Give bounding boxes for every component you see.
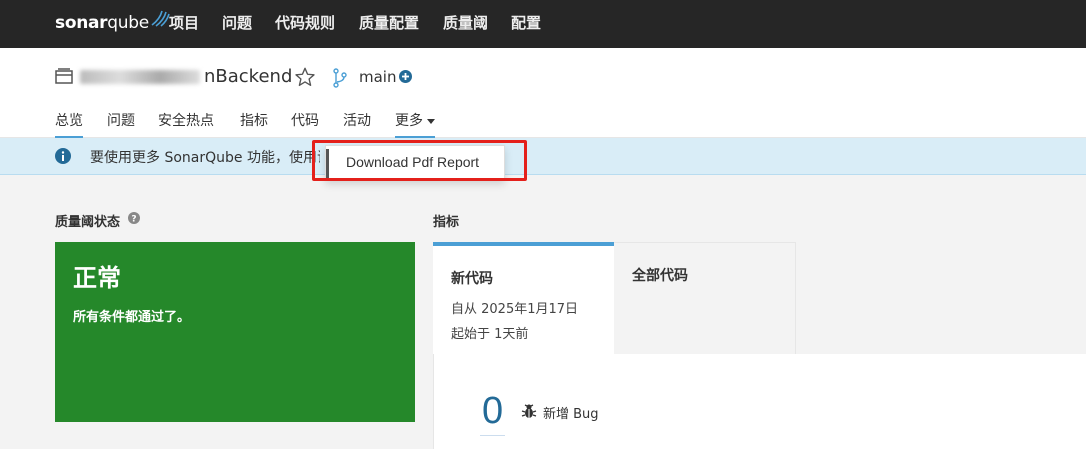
quality-gate-status-box: 正常 所有条件都通过了。 xyxy=(55,242,415,422)
tab-overall-code[interactable]: 全部代码 xyxy=(614,242,796,354)
favorite-star-icon[interactable] xyxy=(294,66,316,88)
sonarqube-logo[interactable]: sonar qube xyxy=(55,10,170,36)
tab-measures[interactable]: 指标 xyxy=(240,110,268,136)
new-bugs-label: 新增 Bug xyxy=(543,407,599,422)
quality-gate-status: 正常 xyxy=(73,264,121,292)
dropdown-selection-marker xyxy=(326,149,329,178)
tab-issues[interactable]: 问题 xyxy=(107,110,135,136)
tab-more[interactable]: 更多 xyxy=(395,110,435,139)
tab-overview[interactable]: 总览 xyxy=(55,110,83,139)
tab-activity[interactable]: 活动 xyxy=(343,110,371,136)
measures-panel: 新代码 自从 2025年1月17日 起始于 1天前 全部代码 0 新增 Bug xyxy=(433,242,1086,449)
help-icon[interactable]: ? xyxy=(128,212,140,224)
new-code-started: 起始于 1天前 xyxy=(451,327,529,342)
nav-administration[interactable]: 配置 xyxy=(511,12,541,33)
tab-code[interactable]: 代码 xyxy=(291,110,319,136)
nav-projects[interactable]: 项目 xyxy=(169,12,199,33)
logo-text: qube xyxy=(107,13,149,33)
project-name[interactable]: nBackend xyxy=(80,66,292,87)
nav-rules[interactable]: 代码规则 xyxy=(275,12,335,33)
redacted-text xyxy=(80,70,200,84)
logo-text-bold: sonar xyxy=(55,13,108,33)
new-bugs-value[interactable]: 0 xyxy=(480,387,506,436)
project-header: nBackend main 总览 问题 安全热点 指标 代码 活动 更多 xyxy=(0,48,1086,139)
nav-issues[interactable]: 问题 xyxy=(222,12,252,33)
top-navigation: sonar qube 项目 问题 代码规则 质量配置 质量阈 配置 xyxy=(0,0,1086,48)
branch-icon xyxy=(333,68,347,88)
more-dropdown-menu: Download Pdf Report xyxy=(325,145,505,180)
branch-name[interactable]: main xyxy=(359,68,396,86)
tab-more-label: 更多 xyxy=(395,113,423,129)
project-name-text: nBackend xyxy=(204,66,293,87)
download-pdf-report-item[interactable]: Download Pdf Report xyxy=(346,154,479,170)
bug-icon xyxy=(521,404,537,418)
banner-text: 要使用更多 SonarQube 功能，使用证 xyxy=(90,150,320,166)
svg-text:?: ? xyxy=(131,215,136,225)
tab-new-code[interactable]: 新代码 自从 2025年1月17日 起始于 1天前 xyxy=(433,242,614,354)
measures-body: 0 新增 Bug xyxy=(433,354,1086,449)
info-icon xyxy=(55,148,71,164)
quality-gate-message: 所有条件都通过了。 xyxy=(73,310,191,325)
add-branch-icon[interactable] xyxy=(399,70,412,83)
sonar-waves-icon xyxy=(151,10,170,27)
tab-security-hotspots[interactable]: 安全热点 xyxy=(158,110,214,136)
quality-gate-title: 质量阈状态 xyxy=(55,215,121,230)
new-code-since: 自从 2025年1月17日 xyxy=(451,302,579,317)
nav-quality-gates[interactable]: 质量阈 xyxy=(443,12,488,33)
caret-down-icon xyxy=(427,118,435,124)
project-icon xyxy=(55,68,73,84)
info-banner: 要使用更多 SonarQube 功能，使用证 xyxy=(0,138,1086,175)
nav-quality-profiles[interactable]: 质量配置 xyxy=(359,12,419,33)
measures-title: 指标 xyxy=(433,215,460,230)
tab-new-code-label: 新代码 xyxy=(451,271,493,287)
tab-overall-code-label: 全部代码 xyxy=(632,268,688,284)
